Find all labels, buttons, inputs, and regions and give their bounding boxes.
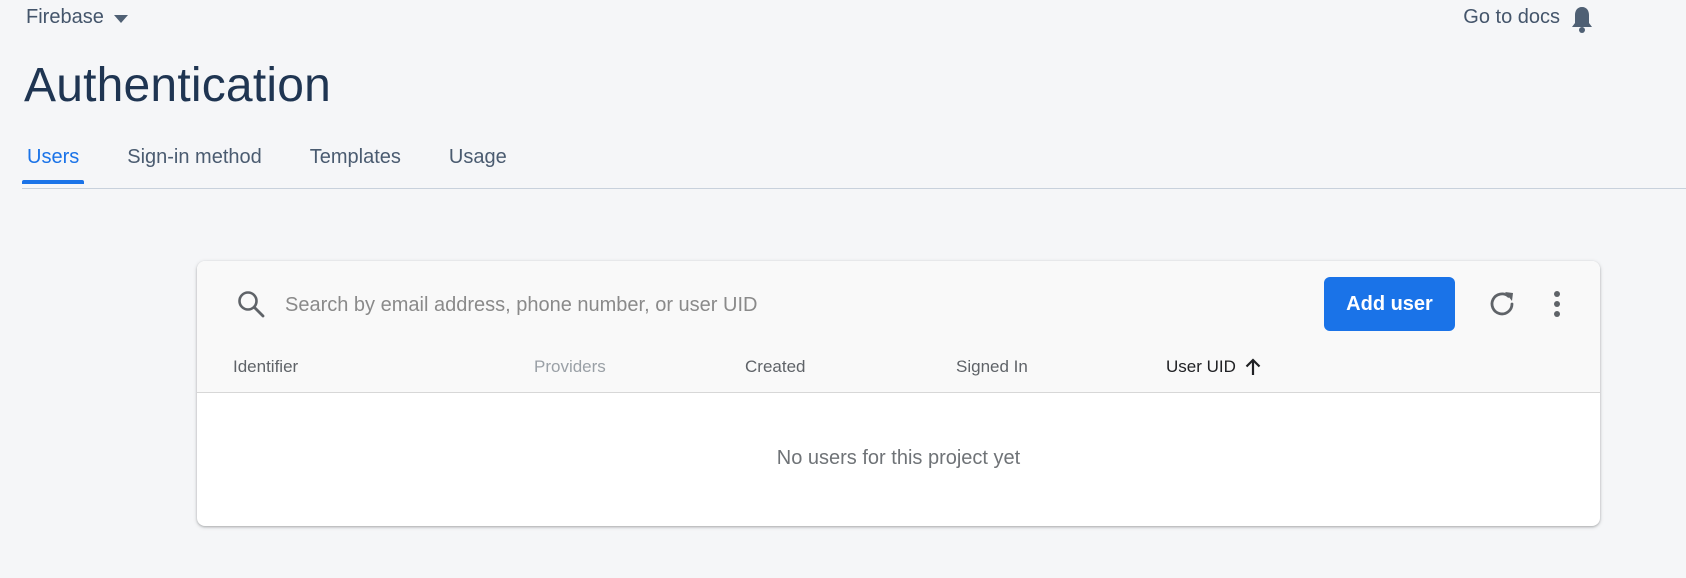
tab-usage[interactable]: Usage — [444, 134, 512, 183]
search-input[interactable] — [285, 287, 1105, 323]
tab-users[interactable]: Users — [22, 134, 85, 184]
column-header-created[interactable]: Created — [745, 357, 805, 377]
tab-sign-in-method[interactable]: Sign-in method — [122, 134, 267, 183]
column-header-providers: Providers — [534, 357, 606, 376]
top-bar: Firebase Go to docs — [0, 0, 1686, 40]
bell-icon[interactable] — [1570, 4, 1594, 34]
project-name: Firebase — [26, 6, 104, 28]
caret-down-icon — [113, 14, 128, 23]
refresh-icon[interactable] — [1483, 285, 1521, 323]
more-vert-icon[interactable] — [1545, 285, 1569, 323]
column-header-signed-in[interactable]: Signed In — [956, 357, 1028, 377]
go-to-docs-link[interactable]: Go to docs — [1463, 6, 1560, 29]
page-title: Authentication — [24, 59, 332, 112]
arrow-up-icon — [1245, 358, 1261, 375]
column-header-user-uid-label: User UID — [1166, 357, 1236, 376]
add-user-button[interactable]: Add user — [1324, 277, 1455, 331]
search-icon — [238, 291, 265, 318]
column-header-user-uid[interactable]: User UID — [1166, 357, 1262, 377]
column-header-identifier[interactable]: Identifier — [233, 357, 298, 377]
tab-divider — [22, 188, 1686, 189]
tab-templates[interactable]: Templates — [305, 134, 406, 183]
empty-state-message: No users for this project yet — [776, 447, 1021, 469]
project-switcher[interactable]: Firebase — [26, 6, 128, 29]
users-table-header: Add user Identifier Providers Created Si… — [197, 261, 1600, 393]
users-table-card: Add user Identifier Providers Created Si… — [197, 261, 1600, 526]
tab-bar: Users Sign-in method Templates Usage — [22, 134, 550, 184]
